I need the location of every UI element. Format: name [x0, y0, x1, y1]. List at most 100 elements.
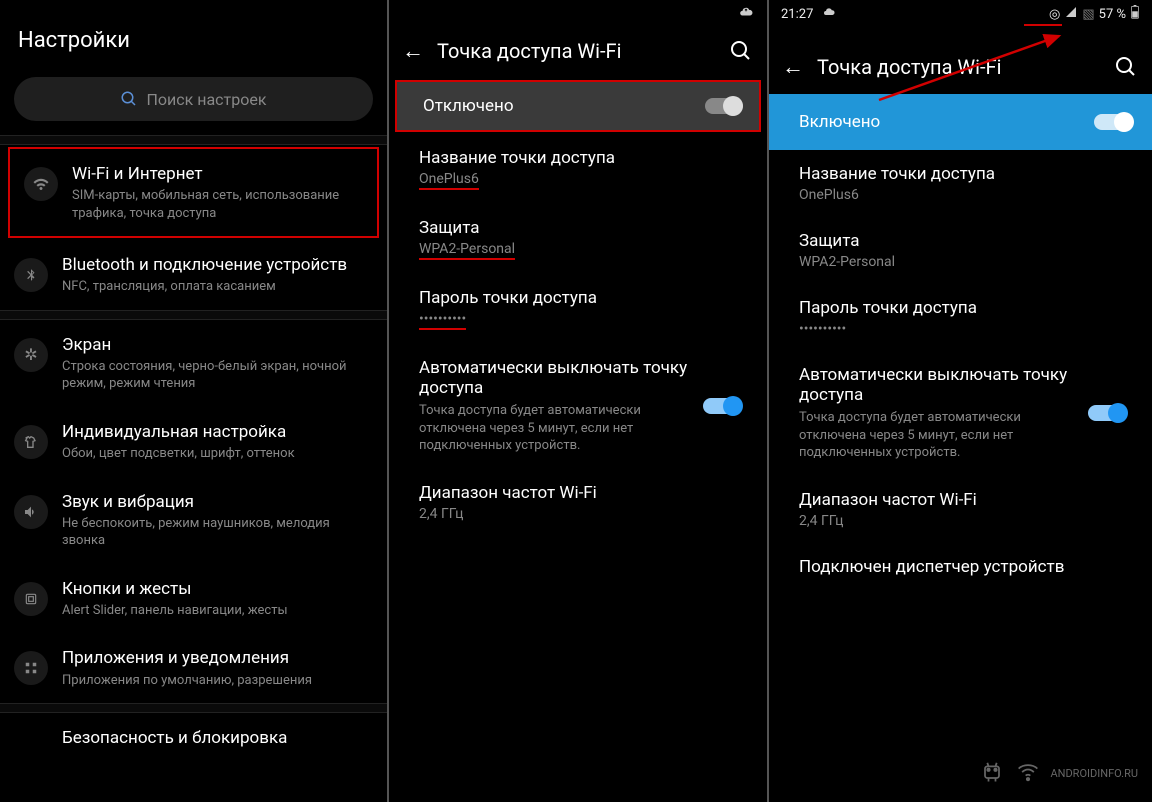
nav-display[interactable]: ✲ Экран Строка состояния, черно-белый эк… [0, 320, 387, 407]
nav-item-subtitle: Alert Slider, панель навигации, жесты [62, 602, 369, 620]
auto-off-switch[interactable] [1088, 405, 1126, 421]
hotspot-switch[interactable] [705, 98, 743, 114]
setting-value: 2,4 ГГц [799, 513, 1126, 529]
nav-customization[interactable]: Индивидуальная настройка Обои, цвет подс… [0, 407, 387, 477]
setting-value: OnePlus6 [419, 171, 741, 190]
nav-apps-notifications[interactable]: Приложения и уведомления Приложения по у… [0, 633, 387, 703]
hotspot-panel-off: ← Точка доступа Wi-Fi Отключено Название… [389, 0, 769, 802]
nav-item-subtitle: SIM-карты, мобильная сеть, использование… [72, 187, 359, 222]
setting-title: Пароль точки доступа [799, 298, 1126, 318]
setting-value: •••••••••• [419, 311, 741, 330]
auto-off-setting[interactable]: Автоматически выключать точку доступа То… [769, 351, 1152, 476]
brightness-icon: ✲ [14, 338, 48, 372]
setting-description: Точка доступа будет автоматически отключ… [799, 409, 1078, 462]
header-title: Точка доступа Wi-Fi [807, 55, 1114, 79]
nav-wifi-internet[interactable]: Wi-Fi и Интернет SIM-карты, мобильная се… [8, 147, 379, 238]
battery-percent: 57 % [1099, 7, 1126, 22]
security-setting[interactable]: Защита WPA2-Personal [769, 217, 1152, 284]
hotspot-toggle-label: Отключено [423, 96, 705, 116]
search-icon [120, 90, 138, 108]
divider [0, 310, 387, 320]
hotspot-status-icon: ◎ [1049, 7, 1060, 22]
nav-item-subtitle: Приложения по умолчанию, разрешения [62, 672, 369, 690]
search-icon[interactable] [1114, 55, 1138, 79]
no-sim-icon: ▧ [1082, 7, 1094, 22]
status-bar: 21:27 ◎ ▧ 57 % [769, 0, 1152, 24]
header-title: Точка доступа Wi-Fi [427, 39, 729, 63]
setting-title: Диапазон частот Wi-Fi [419, 483, 741, 503]
setting-title: Пароль точки доступа [419, 288, 741, 308]
divider [0, 135, 387, 145]
hotspot-switch[interactable] [1094, 114, 1132, 130]
search-placeholder: Поиск настроек [146, 90, 266, 109]
nav-item-title: Приложения и уведомления [62, 647, 369, 669]
page-header: ← Точка доступа Wi-Fi [389, 24, 767, 78]
nav-item-subtitle: Обои, цвет подсветки, шрифт, оттенок [62, 445, 369, 463]
nav-buttons-gestures[interactable]: Кнопки и жесты Alert Slider, панель нави… [0, 564, 387, 634]
volume-icon [14, 495, 48, 529]
cloud-icon [821, 6, 837, 22]
wifi-icon [24, 167, 58, 201]
setting-value: OnePlus6 [799, 187, 1126, 203]
setting-value: •••••••••• [799, 321, 1126, 337]
battery-icon [1130, 5, 1140, 23]
nav-item-subtitle: Строка состояния, черно-белый экран, ноч… [62, 358, 369, 393]
status-time: 21:27 [781, 7, 813, 22]
divider [0, 703, 387, 713]
hotspot-toggle-label: Включено [799, 112, 1094, 132]
android-icon [978, 757, 1006, 790]
setting-title: Автоматически выключать точку доступа [799, 365, 1078, 405]
settings-panel: Настройки Поиск настроек Wi-Fi и Интерне… [0, 0, 389, 802]
watermark: ANDROIDINFO.RU [978, 757, 1138, 790]
back-button[interactable]: ← [779, 54, 807, 80]
nav-security[interactable]: Безопасность и блокировка [0, 713, 387, 779]
setting-title: Защита [419, 218, 741, 238]
signal-icon [1064, 6, 1078, 22]
nav-item-title: Индивидуальная настройка [62, 421, 369, 443]
setting-title: Подключен диспетчер устройств [799, 557, 1126, 577]
setting-value: 2,4 ГГц [419, 506, 741, 522]
password-setting[interactable]: Пароль точки доступа •••••••••• [769, 284, 1152, 351]
search-icon[interactable] [729, 39, 753, 63]
watermark-text: ANDROIDINFO.RU [1050, 767, 1138, 780]
device-manager-setting[interactable]: Подключен диспетчер устройств [769, 543, 1152, 591]
bluetooth-icon [14, 258, 48, 292]
setting-title: Автоматически выключать точку доступа [419, 358, 693, 398]
nav-item-subtitle: NFC, трансляция, оплата касанием [62, 278, 369, 296]
nav-item-title: Bluetooth и подключение устройств [62, 254, 369, 276]
nav-item-title: Кнопки и жесты [62, 578, 369, 600]
page-title: Настройки [0, 0, 387, 77]
hotspot-panel-on: 21:27 ◎ ▧ 57 % ← Точка доступа Wi-Fi Вкл… [769, 0, 1152, 802]
page-header: ← Точка доступа Wi-Fi [769, 26, 1152, 94]
password-setting[interactable]: Пароль точки доступа •••••••••• [389, 274, 767, 344]
setting-title: Защита [799, 231, 1126, 251]
auto-off-switch[interactable] [703, 398, 741, 414]
nav-item-title: Экран [62, 334, 369, 356]
setting-title: Название точки доступа [419, 148, 741, 168]
shirt-icon [14, 425, 48, 459]
setting-title: Диапазон частот Wi-Fi [799, 490, 1126, 510]
hotspot-toggle-row[interactable]: Включено [769, 94, 1152, 150]
hotspot-toggle-row[interactable]: Отключено [395, 80, 761, 132]
nav-item-title: Безопасность и блокировка [62, 727, 369, 749]
auto-off-setting[interactable]: Автоматически выключать точку доступа То… [389, 344, 767, 469]
cloud-icon [737, 5, 755, 23]
band-setting[interactable]: Диапазон частот Wi-Fi 2,4 ГГц [389, 469, 767, 536]
back-button[interactable]: ← [399, 38, 427, 64]
hotspot-name-setting[interactable]: Название точки доступа OnePlus6 [769, 150, 1152, 217]
setting-title: Название точки доступа [799, 164, 1126, 184]
band-setting[interactable]: Диапазон частот Wi-Fi 2,4 ГГц [769, 476, 1152, 543]
nav-bluetooth[interactable]: Bluetooth и подключение устройств NFC, т… [0, 240, 387, 310]
security-setting[interactable]: Защита WPA2-Personal [389, 204, 767, 274]
nav-item-title: Звук и вибрация [62, 491, 369, 513]
hotspot-name-setting[interactable]: Название точки доступа OnePlus6 [389, 134, 767, 204]
setting-description: Точка доступа будет автоматически отключ… [419, 402, 693, 455]
nav-item-title: Wi-Fi и Интернет [72, 163, 359, 185]
setting-value: WPA2-Personal [799, 254, 1126, 270]
buttons-icon [14, 582, 48, 616]
apps-icon [14, 651, 48, 685]
nav-sound[interactable]: Звук и вибрация Не беспокоить, режим нау… [0, 477, 387, 564]
search-settings-input[interactable]: Поиск настроек [14, 77, 373, 121]
setting-value: WPA2-Personal [419, 241, 741, 260]
wifi-icon [1014, 757, 1042, 790]
